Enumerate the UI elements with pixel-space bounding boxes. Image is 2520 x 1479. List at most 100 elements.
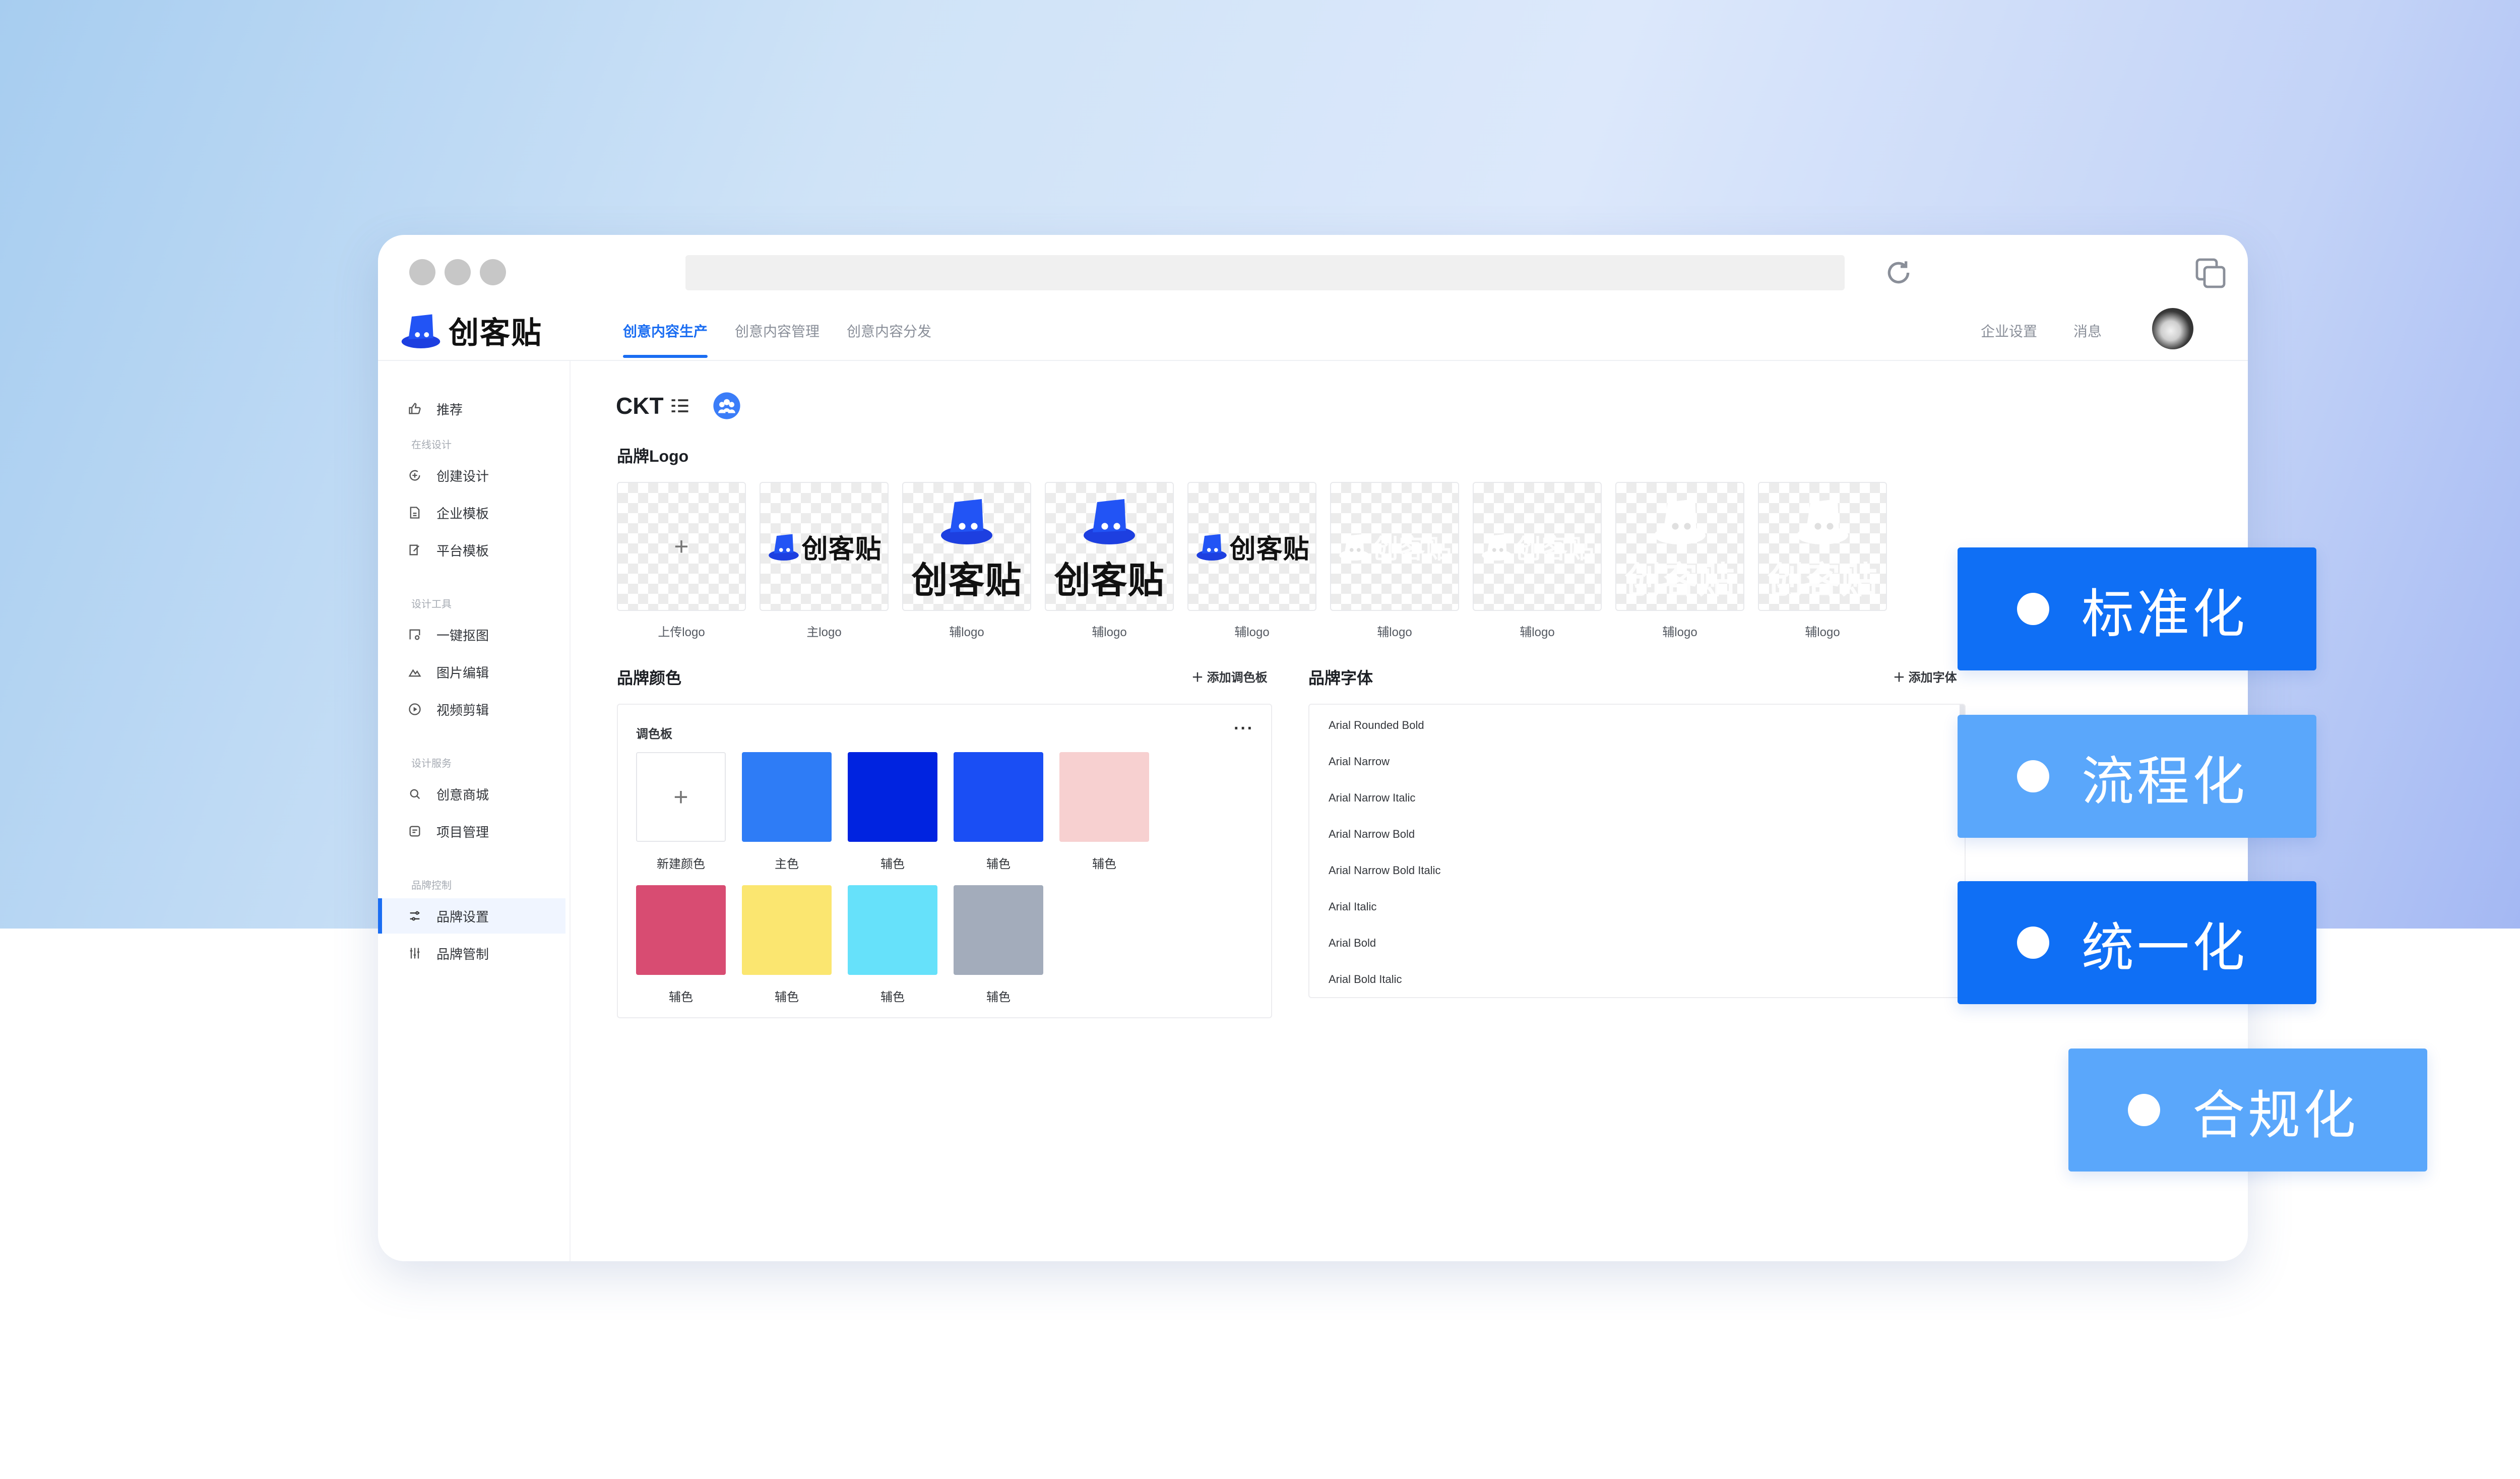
tag-compliance: 合规化 [2068,1049,2427,1172]
tag-label: 标准化 [2082,585,2248,644]
palette-card: 调色板 ··· + 新建颜色 主色 辅色 辅色 辅色 辅色 辅色 辅色 辅色 [617,704,1272,1018]
sidebar-item-image-edit[interactable]: 图片编辑 [407,654,558,690]
brand-font-title: 品牌字体 [1308,669,1373,687]
logo-preview: 创客贴 [1616,483,1743,610]
list-menu-icon[interactable] [669,395,691,417]
logo-caption: 上传logo [658,626,705,639]
hat-logo-icon [1084,499,1135,544]
color-swatch[interactable] [1059,752,1149,842]
app-name: 创客贴 [449,316,542,350]
brand-color-title: 品牌颜色 [617,669,682,687]
swatch-label: 辅色 [986,991,1011,1004]
team-icon[interactable] [712,391,741,420]
sidebar-item-brand-settings[interactable]: 品牌设置 [378,898,565,934]
palette-title: 调色板 [636,727,672,741]
logo-caption: 辅logo [1520,626,1555,639]
logo-text: 创客贴 [801,534,882,564]
messages-link[interactable]: 消息 [2073,321,2102,341]
logo-card[interactable]: 创客贴 [760,482,889,611]
logo-card[interactable]: 创客贴 [902,482,1031,611]
sidebar-group-brand-control: 品牌控制 [411,880,452,891]
enterprise-settings-link[interactable]: 企业设置 [1981,321,2037,341]
sidebar-item-label: 项目管理 [436,824,489,840]
font-list-item[interactable]: Arial Italic [1329,900,1376,913]
logo-card[interactable]: 创客贴 [1615,482,1744,611]
swatch-label: 辅色 [669,991,693,1004]
sidebar-item-create-design[interactable]: 创建设计 [407,458,558,493]
sidebar-item-creative-mall[interactable]: 创意商城 [407,776,558,812]
upload-logo-card[interactable]: + [617,482,746,611]
address-bar[interactable] [685,255,1845,290]
new-color-button[interactable]: + [636,752,726,842]
font-list-item[interactable]: Arial Narrow Bold [1329,828,1415,841]
logo-card[interactable]: 创客贴 [1330,482,1459,611]
refresh-icon[interactable] [1882,257,1915,289]
create-design-icon [407,468,422,483]
sidebar-item-label: 一键抠图 [436,628,489,643]
logo-text: 创客贴 [1372,534,1453,564]
font-list-item[interactable]: Arial Bold Italic [1329,973,1402,986]
add-palette-button[interactable]: ＋ 添加调色板 [1191,667,1268,685]
tag-standardization: 标准化 [1958,547,2316,670]
tag-process: 流程化 [1958,715,2316,838]
window-maximize-dot[interactable] [480,259,506,285]
logo-caption: 辅logo [1234,626,1270,639]
window-minimize-dot[interactable] [445,259,471,285]
color-swatch[interactable] [742,752,832,842]
swatch-label: 辅色 [880,857,905,871]
logo-caption: 辅logo [1092,626,1127,639]
sidebar-item-label: 图片编辑 [436,665,489,681]
vertical-sliders-icon [407,946,422,961]
sidebar-item-project-management[interactable]: 项目管理 [407,814,558,849]
sidebar-item-recommend[interactable]: 推荐 [407,391,558,426]
sidebar-item-brand-control[interactable]: 品牌管制 [407,936,558,971]
plus-icon: + [674,532,689,561]
tab-content-distribution[interactable]: 创意内容分发 [847,321,931,341]
more-icon[interactable]: ··· [1234,719,1254,738]
header-divider [378,360,2248,361]
logo-caption: 辅logo [1662,626,1697,639]
sidebar-item-platform-templates[interactable]: 平台模板 [407,532,558,568]
color-swatch[interactable] [954,885,1043,975]
sidebar-item-label: 创建设计 [436,468,489,484]
hat-logo-icon [769,534,799,561]
color-swatch[interactable] [848,885,937,975]
color-swatch[interactable] [742,885,832,975]
logo-card[interactable]: 创客贴 [1045,482,1174,611]
color-swatch[interactable] [954,752,1043,842]
color-swatch[interactable] [848,752,937,842]
avatar[interactable] [2152,308,2193,349]
tab-content-production[interactable]: 创意内容生产 [623,321,708,358]
window-close-dot[interactable] [409,259,435,285]
font-list-item[interactable]: Arial Bold [1329,937,1376,950]
font-list-item[interactable]: Arial Narrow Italic [1329,791,1415,805]
logo-text: 创客贴 [1624,560,1735,601]
logo-card[interactable]: 创客贴 [1187,482,1316,611]
logo-text: 创客贴 [1767,560,1878,601]
logo-preview: 创客贴 [761,483,888,610]
hat-logo-icon [1196,534,1227,561]
logo-preview: 创客贴 [903,483,1030,610]
sidebar-item-label: 品牌管制 [436,946,489,962]
sidebar-item-video-edit[interactable]: 视频剪辑 [407,692,558,727]
app-logo[interactable]: 创客贴 [398,307,542,353]
color-swatch[interactable] [636,885,726,975]
copy-window-icon[interactable] [2192,255,2229,291]
swatch-label: 主色 [775,857,799,871]
add-font-button[interactable]: ＋ 添加字体 [1893,667,1957,685]
sidebar-item-cutout[interactable]: 一键抠图 [407,617,558,652]
font-list-item[interactable]: Arial Rounded Bold [1329,719,1424,732]
sidebar-item-enterprise-templates[interactable]: 企业模板 [407,495,558,530]
cutout-icon [407,627,422,642]
swatch-label: 辅色 [880,991,905,1004]
brand-logo-title: 品牌Logo [617,447,689,465]
bullet-icon [2017,593,2049,625]
font-list-item[interactable]: Arial Narrow [1329,755,1390,768]
font-list-item[interactable]: Arial Narrow Bold Italic [1329,864,1441,877]
logo-card[interactable]: 创客贴 [1758,482,1887,611]
logo-card[interactable]: 创客贴 [1473,482,1602,611]
image-edit-icon [407,664,422,680]
logo-text: 创客贴 [911,560,1022,601]
tab-content-management[interactable]: 创意内容管理 [735,321,820,341]
logo-text: 创客贴 [1054,560,1165,601]
